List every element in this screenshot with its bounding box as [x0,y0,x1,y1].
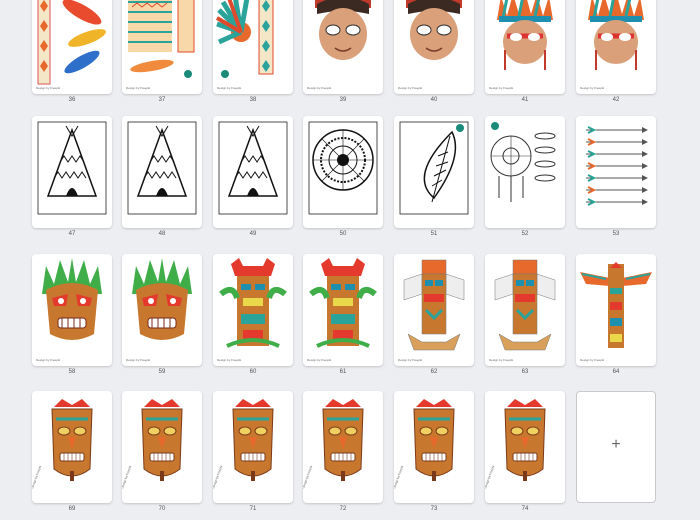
page-artwork [403,259,465,351]
page-number: 60 [249,369,257,375]
page-artwork [51,399,93,481]
page-thumbnail[interactable]: Design by Freepik [576,254,656,366]
page-thumbnail[interactable] [303,116,383,228]
page-thumbnail[interactable]: Design by Freepik [576,0,656,94]
page-thumbnail[interactable] [576,116,656,228]
page-number: 73 [430,506,438,512]
page-artwork [315,0,371,60]
page-number: 50 [339,231,347,237]
page-artwork [37,121,107,215]
page-number: 74 [521,506,529,512]
designer-credit: Design by Freepik [307,358,332,362]
page-artwork [219,258,287,348]
page-artwork [322,399,364,481]
page-artwork [497,0,553,70]
page-number: 42 [612,97,620,103]
designer-credit: Design by Freepik [398,358,423,362]
page-number: 48 [158,231,166,237]
page-artwork [494,259,556,351]
page-thumbnail[interactable] [32,116,112,228]
page-thumbnail[interactable]: Design by Freepik [394,254,474,366]
page-number: 72 [339,506,347,512]
page-thumbnail[interactable]: Design by Freepik [122,0,202,94]
designer-credit: Design by Freepik [398,86,423,90]
designer-credit: Design by Freepik [217,358,242,362]
page-number: 36 [68,97,76,103]
page-number: 71 [249,506,257,512]
page-thumbnail[interactable]: Design by Freepik [485,254,565,366]
designer-credit: Design by Freepik [36,86,61,90]
page-thumbnail[interactable]: Design by Freepik [485,391,565,503]
page-thumbnail[interactable]: Design by Freepik [32,254,112,366]
page-artwork [406,0,462,60]
page-number: 69 [68,506,76,512]
designer-credit: Design by Freepik [489,86,514,90]
add-page-button[interactable]: + [576,391,656,503]
page-artwork [586,126,648,206]
page-thumbnail[interactable]: Design by Freepik [213,0,293,94]
page-number: 51 [430,231,438,237]
page-number: 38 [249,97,257,103]
page-number: 64 [612,369,620,375]
designer-credit: Design by Freepik [126,358,151,362]
designer-credit: Design by Freepik [580,86,605,90]
page-thumbnail[interactable] [485,116,565,228]
page-artwork [215,0,274,78]
page-artwork [504,399,546,481]
designer-credit: Design by Freepik [217,86,242,90]
page-thumbnail[interactable] [394,116,474,228]
page-number: 62 [430,369,438,375]
page-number: 53 [612,231,620,237]
designer-credit: Design by Freepik [580,358,605,362]
designer-credit: Design by Freepik [126,86,151,90]
page-thumbnail[interactable]: Design by Freepik [32,391,112,503]
page-number: 39 [339,97,347,103]
page-artwork [37,0,106,85]
page-thumbnail[interactable]: Design by Freepik [122,391,202,503]
plus-icon: + [611,436,621,453]
page-thumbnail[interactable]: Design by Freepik [485,0,565,94]
page-artwork [399,121,469,215]
page-thumbnail[interactable]: Design by Freepik [122,254,202,366]
page-thumbnail[interactable]: Design by Freepik [303,254,383,366]
page-number: 49 [249,231,257,237]
page-artwork [232,399,274,481]
page-thumbnail[interactable] [122,116,202,228]
page-number: 63 [521,369,529,375]
page-thumbnail[interactable]: Design by Freepik [213,254,293,366]
page-artwork [413,399,455,481]
page-artwork [490,122,556,202]
page-artwork [308,121,378,215]
page-number: 59 [158,369,166,375]
page-number: 58 [68,369,76,375]
page-thumbnail[interactable]: Design by Freepik [394,391,474,503]
page-artwork [309,258,377,348]
page-artwork [141,399,183,481]
page-thumbnail[interactable]: Design by Freepik [32,0,112,94]
page-number: 37 [158,97,166,103]
page-artwork [128,0,195,78]
page-number: 40 [430,97,438,103]
page-artwork [580,262,652,348]
designer-credit: Design by Freepik [307,86,332,90]
page-thumbnail[interactable]: Design by Freepik [394,0,474,94]
page-thumbnail[interactable]: Design by Freepik [213,391,293,503]
page-number: 70 [158,506,166,512]
page-thumbnail[interactable]: Design by Freepik [303,391,383,503]
page-artwork [127,121,197,215]
designer-credit: Design by Freepik [489,358,514,362]
page-thumbnail[interactable] [213,116,293,228]
page-artwork [132,258,192,340]
page-number: 61 [339,369,347,375]
page-number: 52 [521,231,529,237]
page-number: 41 [521,97,529,103]
page-artwork [588,0,644,70]
page-thumbnail[interactable]: Design by Freepik [303,0,383,94]
designer-credit: Design by Freepik [36,358,61,362]
page-artwork [218,121,288,215]
page-thumbnail-grid: + Design by Freepik 36 Design by Freepik 3… [0,0,700,520]
page-number: 47 [68,231,76,237]
page-artwork [42,258,102,340]
